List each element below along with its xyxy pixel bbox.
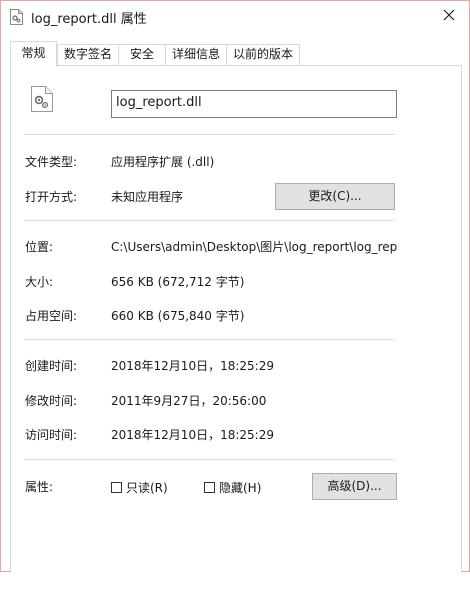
separator	[24, 134, 395, 135]
attributes-label: 属性:	[25, 480, 54, 494]
readonly-checkbox-box[interactable]	[111, 481, 122, 493]
tab-previous-versions[interactable]: 以前的版本	[226, 44, 300, 65]
size-on-disk-label: 占用空间:	[25, 309, 78, 323]
accessed-label: 访问时间:	[25, 428, 78, 442]
tab-general[interactable]: 常规	[10, 41, 57, 67]
properties-window: log_report.dll 属性 常规 数字签名 安全 详细信息 以前的版本 …	[0, 0, 470, 573]
location-label: 位置:	[25, 240, 54, 254]
tab-security[interactable]: 安全	[118, 44, 166, 65]
size-on-disk-value: 660 KB (675,840 字节)	[111, 309, 245, 323]
hidden-checkbox-label[interactable]: 隐藏(H)	[219, 479, 261, 496]
file-name-field[interactable]: log_report.dll	[111, 90, 397, 118]
dll-file-icon	[31, 86, 53, 112]
readonly-checkbox[interactable]: 只读(R)	[111, 479, 168, 495]
dll-file-icon	[10, 9, 23, 25]
window-title: log_report.dll 属性	[31, 12, 147, 27]
accessed-value: 2018年12月10日，18:25:29	[111, 428, 274, 442]
opens-with-label: 打开方式:	[25, 190, 78, 204]
hidden-checkbox[interactable]: 隐藏(H)	[204, 479, 261, 495]
file-type-value: 应用程序扩展 (.dll)	[111, 155, 215, 169]
change-button[interactable]: 更改(C)...	[275, 183, 395, 210]
size-label: 大小:	[25, 275, 54, 289]
modified-value: 2011年9月27日，20:56:00	[111, 394, 267, 408]
tab-digital-signatures[interactable]: 数字签名	[57, 44, 119, 65]
close-icon	[443, 9, 455, 24]
separator	[24, 339, 395, 340]
tab-details[interactable]: 详细信息	[165, 44, 227, 65]
hidden-checkbox-box[interactable]	[204, 481, 215, 493]
advanced-button[interactable]: 高级(D)...	[312, 473, 397, 500]
tab-strip: 常规 数字签名 安全 详细信息 以前的版本	[10, 41, 462, 67]
readonly-checkbox-label[interactable]: 只读(R)	[126, 479, 168, 496]
created-label: 创建时间:	[25, 359, 78, 373]
separator	[24, 459, 395, 460]
created-value: 2018年12月10日，18:25:29	[111, 359, 274, 373]
size-value: 656 KB (672,712 字节)	[111, 275, 245, 289]
title-bar[interactable]: log_report.dll 属性	[1, 1, 469, 32]
location-value[interactable]: C:\Users\admin\Desktop\图片\log_report\log…	[111, 238, 398, 255]
file-type-label: 文件类型:	[25, 155, 78, 169]
opens-with-value: 未知应用程序	[111, 190, 184, 204]
separator	[24, 220, 395, 221]
close-button[interactable]	[437, 4, 461, 28]
modified-label: 修改时间:	[25, 394, 78, 408]
